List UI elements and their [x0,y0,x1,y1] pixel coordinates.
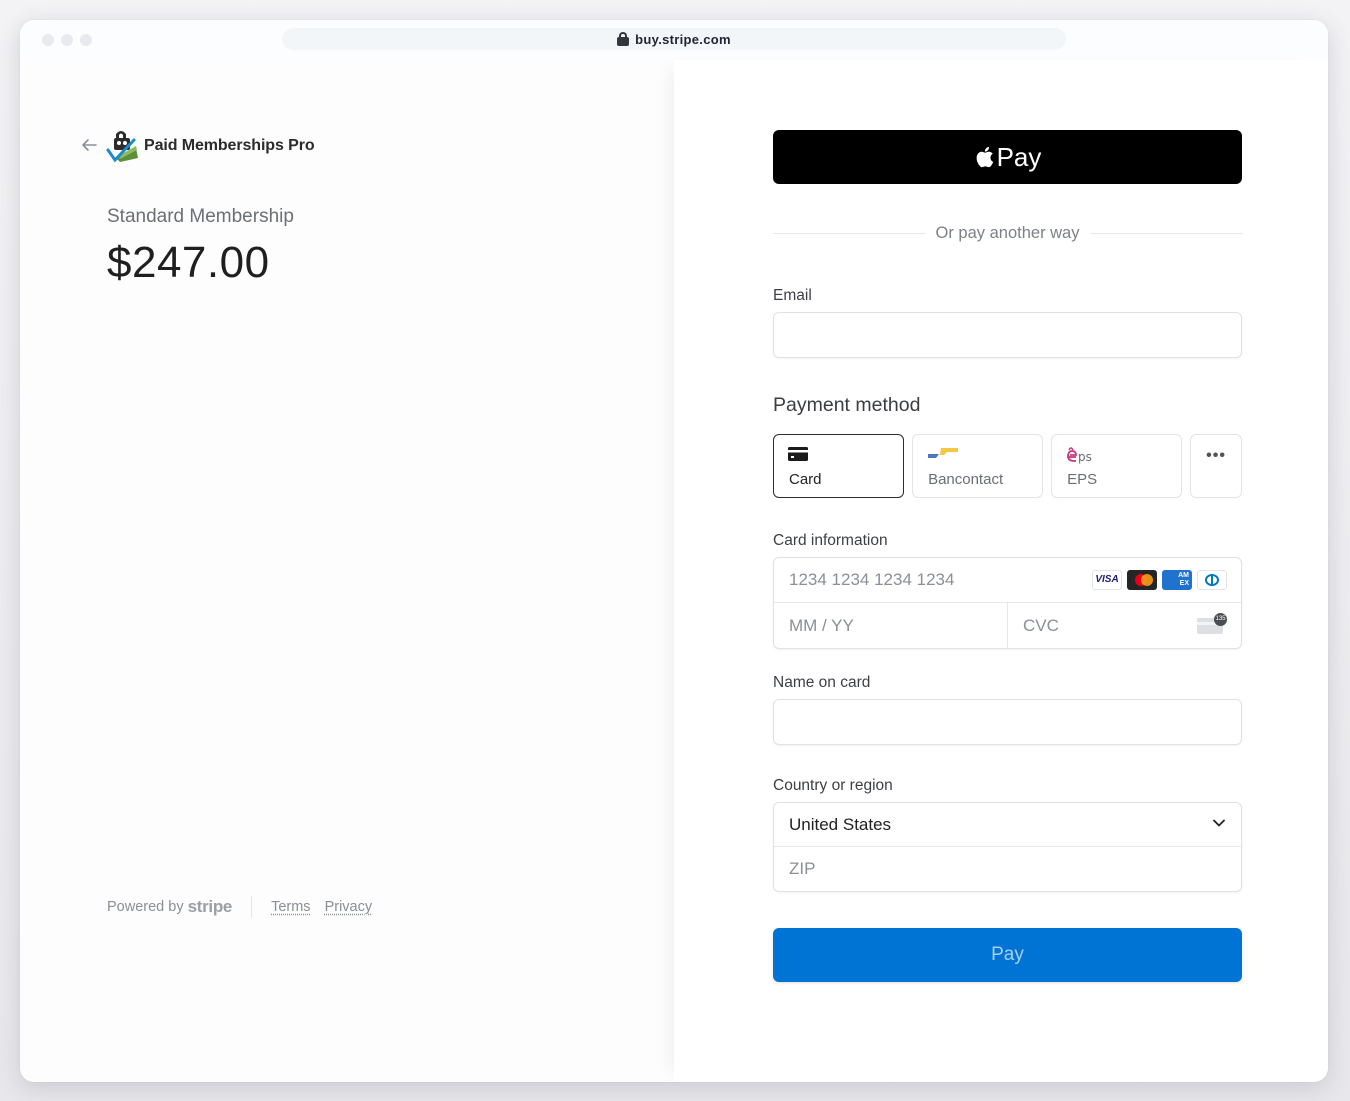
country-select[interactable]: United States [774,803,1241,847]
zip-placeholder: ZIP [789,859,816,878]
card-cvc-input[interactable]: CVC 135 [1008,603,1241,648]
payment-method-card[interactable]: Card [773,434,905,498]
apple-pay-label: Pay [996,141,1042,172]
card-information-box: 1234 1234 1234 1234 VISA AM EX MM / YY CV… [773,557,1242,649]
pay-button[interactable]: Pay [773,928,1242,982]
email-label: Email [773,287,812,304]
footer-divider [251,896,253,918]
merchant-header[interactable]: Paid Memberships Pro [80,128,315,164]
apple-logo-icon [976,146,993,168]
divider-line-right [1089,233,1242,234]
card-brands: VISA AM EX [1092,570,1227,590]
country-label: Country or region [773,777,893,794]
apple-pay-button[interactable]: Pay [773,130,1242,184]
address-box: United States ZIP [773,802,1242,892]
payment-method-label: EPS [1067,471,1098,488]
close-window-dot[interactable] [42,34,54,46]
order-summary-panel: Paid Memberships Pro Standard Membership… [20,60,674,1082]
privacy-link[interactable]: Privacy [325,899,373,915]
name-on-card-label: Name on card [773,674,871,691]
back-arrow-icon[interactable] [80,136,100,156]
name-on-card-input[interactable] [773,699,1242,745]
cvc-hint-icon: 135 [1197,613,1227,635]
card-expiry-cvc-row: MM / YY CVC 135 [774,603,1241,648]
payment-method-title: Payment method [773,394,921,416]
mastercard-icon [1127,570,1157,590]
product-price: $247.00 [107,238,270,287]
country-value: United States [789,814,892,834]
zip-input[interactable]: ZIP [774,847,1241,891]
bancontact-logo-icon [928,448,959,458]
card-expiry-input[interactable]: MM / YY [774,603,1008,648]
merchant-name: Paid Memberships Pro [144,137,315,154]
payment-form: Pay Or pay another way Email Payment met… [773,130,1242,982]
divider-line-left [773,233,926,234]
more-dots-icon: ••• [1206,447,1226,464]
stripe-logo[interactable]: stripe [188,897,233,917]
window-controls [42,34,92,46]
svg-text:ps: ps [1078,450,1092,464]
amex-icon: AM EX [1162,570,1192,590]
maximize-window-dot[interactable] [80,34,92,46]
product-name: Standard Membership [107,206,294,227]
alt-payment-divider: Or pay another way [773,224,1242,243]
diners-club-icon [1197,570,1227,590]
more-payment-methods-button[interactable]: ••• [1190,434,1242,498]
divider-text: Or pay another way [935,224,1080,242]
payment-panel: Pay Or pay another way Email Payment met… [674,60,1328,1082]
browser-titlebar: buy.stripe.com [20,20,1328,60]
payment-method-label: Card [789,471,822,488]
email-input[interactable] [773,312,1242,358]
terms-link[interactable]: Terms [271,899,310,915]
lock-icon [617,32,630,46]
card-information-label: Card information [773,532,888,549]
merchant-logo-icon [106,128,140,164]
card-number-input[interactable]: 1234 1234 1234 1234 VISA AM EX [774,558,1241,603]
eps-logo-icon: ps [1067,447,1092,464]
card-number-placeholder: 1234 1234 1234 1234 [789,570,955,589]
payment-method-tabs: Card Bancontact ps EPS ••• [773,434,1242,498]
payment-method-eps[interactable]: ps EPS [1051,434,1183,498]
cvc-placeholder: CVC [1023,615,1059,635]
pay-button-label: Pay [991,944,1024,965]
powered-by-text: Powered by [107,899,184,915]
browser-window: buy.stripe.com Paid Memberships Pro Stan… [20,20,1328,1082]
visa-icon: VISA [1092,570,1122,590]
credit-card-icon [788,447,808,461]
payment-method-bancontact[interactable]: Bancontact [912,434,1044,498]
url-text: buy.stripe.com [635,31,731,47]
payment-method-label: Bancontact [928,471,1004,488]
footer: Powered by stripe Terms Privacy [107,896,386,918]
chevron-down-icon [1213,819,1225,827]
address-bar[interactable]: buy.stripe.com [282,28,1066,50]
expiry-placeholder: MM / YY [789,615,854,635]
minimize-window-dot[interactable] [61,34,73,46]
